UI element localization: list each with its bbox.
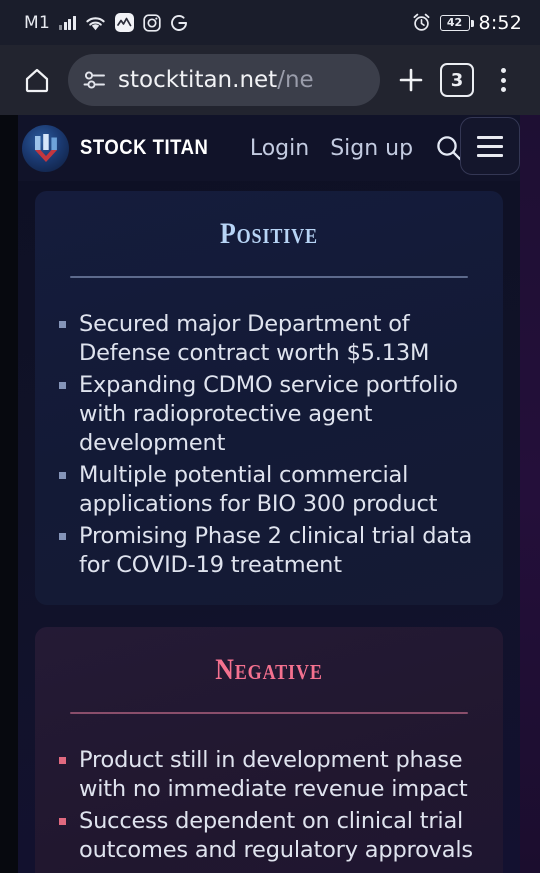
hamburger-menu-icon (477, 135, 503, 157)
list-item: Success dependent on clinical trial outc… (59, 807, 479, 865)
url-text: stocktitan.net/ne (118, 67, 314, 93)
list-item: Secured major Department of Defense cont… (59, 310, 479, 368)
positive-card: Positive Secured major Department of Def… (35, 191, 503, 605)
site-header: STOCK TITAN Login Sign up (18, 115, 520, 181)
battery-indicator: 42 (439, 14, 474, 31)
positive-card-divider (70, 276, 468, 278)
site-nav-links: Login Sign up (250, 136, 413, 161)
status-bar-clock: 8:52 (478, 11, 522, 34)
login-link[interactable]: Login (250, 136, 309, 161)
google-icon (170, 14, 188, 32)
battery-level-label: 42 (446, 16, 463, 29)
plus-icon (396, 65, 426, 95)
negative-bullet-list: Product still in development phase with … (35, 746, 503, 865)
android-status-bar: M1 42 8:52 (0, 0, 540, 45)
home-button[interactable] (14, 57, 60, 103)
url-domain: stocktitan.net (118, 67, 278, 93)
wifi-icon (85, 15, 106, 31)
status-bar-right-group: 42 8:52 (412, 12, 522, 34)
app-notification-icon (114, 13, 134, 32)
signup-link[interactable]: Sign up (330, 136, 413, 161)
tune-icon[interactable] (82, 69, 107, 91)
carrier-label: M1 (24, 12, 51, 33)
alarm-clock-icon (412, 13, 431, 32)
negative-card: Negative Product still in development ph… (35, 627, 503, 873)
web-page-viewport: STOCK TITAN Login Sign up Positive Secur… (0, 115, 540, 873)
page-right-edge (520, 115, 540, 873)
list-item: Product still in development phase with … (59, 746, 479, 804)
browser-toolbar: stocktitan.net/ne 3 (0, 45, 540, 115)
positive-bullet-list: Secured major Department of Defense cont… (35, 310, 503, 580)
status-bar-left-group: M1 (24, 13, 412, 33)
page-left-edge (0, 115, 18, 873)
home-icon (22, 65, 52, 95)
hamburger-menu-button[interactable] (460, 117, 520, 175)
instagram-icon (142, 13, 161, 32)
list-item: Expanding CDMO service portfolio with ra… (59, 371, 479, 458)
kebab-menu-icon (500, 68, 506, 92)
new-tab-button[interactable] (388, 57, 434, 103)
stock-titan-logo-icon (22, 124, 69, 172)
sentiment-cards-container: Positive Secured major Department of Def… (18, 181, 520, 873)
tab-count-label: 3 (440, 63, 474, 97)
brand-name-label: STOCK TITAN (80, 136, 209, 159)
negative-card-divider (70, 712, 468, 714)
list-item: Promising Phase 2 clinical trial data fo… (59, 522, 479, 580)
url-path: /ne (277, 67, 314, 93)
list-item: Multiple potential commercial applicatio… (59, 461, 479, 519)
browser-menu-button[interactable] (480, 57, 526, 103)
page-content: STOCK TITAN Login Sign up Positive Secur… (18, 115, 520, 873)
url-bar[interactable]: stocktitan.net/ne (68, 54, 380, 106)
negative-card-title: Negative (215, 653, 323, 686)
positive-card-title: Positive (220, 217, 318, 250)
tab-switcher-button[interactable]: 3 (434, 57, 480, 103)
site-brand[interactable]: STOCK TITAN (22, 124, 226, 172)
signal-bars-icon (59, 15, 76, 30)
